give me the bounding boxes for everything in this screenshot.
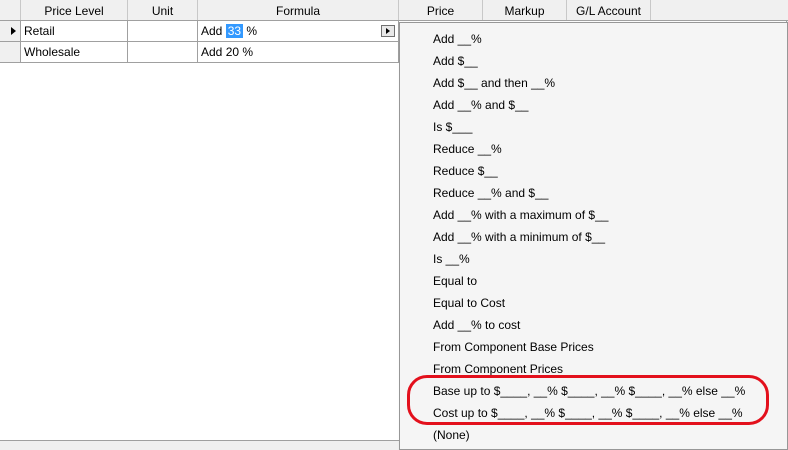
- menu-item[interactable]: Reduce __% and $__: [433, 182, 548, 204]
- cell-unit[interactable]: [128, 21, 198, 42]
- formula-prefix: Add: [201, 45, 223, 59]
- current-row-icon: [11, 27, 16, 35]
- col-gl-account[interactable]: G/L Account: [567, 0, 651, 20]
- cell-formula[interactable]: Add 33 %: [198, 21, 399, 42]
- cell-price-level[interactable]: Retail: [21, 21, 128, 42]
- col-unit[interactable]: Unit: [128, 0, 198, 20]
- menu-item[interactable]: Add __% with a minimum of $__: [433, 226, 605, 248]
- formula-value: 20: [225, 45, 240, 59]
- header-corner: [0, 0, 21, 20]
- menu-item[interactable]: Equal to Cost: [433, 292, 505, 314]
- formula-suffix: %: [246, 24, 258, 38]
- menu-item[interactable]: Reduce __%: [433, 138, 502, 160]
- menu-item[interactable]: Is __%: [433, 248, 470, 270]
- cell-price-level[interactable]: Wholesale: [21, 42, 128, 63]
- formula-dropdown-button[interactable]: [381, 25, 395, 37]
- row-selector[interactable]: [0, 42, 21, 63]
- menu-item[interactable]: Reduce $__: [433, 160, 498, 182]
- menu-item[interactable]: Is $___: [433, 116, 472, 138]
- col-formula[interactable]: Formula: [198, 0, 399, 20]
- menu-item[interactable]: Add __% with a maximum of $__: [433, 204, 608, 226]
- menu-item[interactable]: Add __% to cost: [433, 314, 520, 336]
- cell-unit[interactable]: [128, 42, 198, 63]
- grid-header: Price Level Unit Formula Price Markup G/…: [0, 0, 788, 21]
- table-row[interactable]: Wholesale Add 20 %: [0, 42, 400, 63]
- menu-item[interactable]: Add $__ and then __%: [433, 72, 555, 94]
- table-row[interactable]: Retail Add 33 %: [0, 21, 400, 42]
- menu-item[interactable]: Equal to: [433, 270, 477, 292]
- menu-item[interactable]: Add __% and $__: [433, 94, 528, 116]
- formula-prefix: Add: [201, 24, 223, 38]
- cell-formula[interactable]: Add 20 %: [198, 42, 399, 63]
- play-icon: [386, 28, 390, 34]
- menu-item[interactable]: Add $__: [433, 50, 478, 72]
- col-price-level[interactable]: Price Level: [21, 0, 128, 20]
- row-selector[interactable]: [0, 21, 21, 42]
- col-markup[interactable]: Markup: [483, 0, 567, 20]
- menu-item-none[interactable]: (None): [433, 424, 470, 446]
- col-price[interactable]: Price: [399, 0, 483, 20]
- highlight-annotation: [407, 375, 769, 425]
- menu-item[interactable]: Add __%: [433, 28, 482, 50]
- formula-value-input[interactable]: 33: [225, 24, 244, 38]
- formula-suffix: %: [242, 45, 254, 59]
- menu-item[interactable]: From Component Base Prices: [433, 336, 594, 358]
